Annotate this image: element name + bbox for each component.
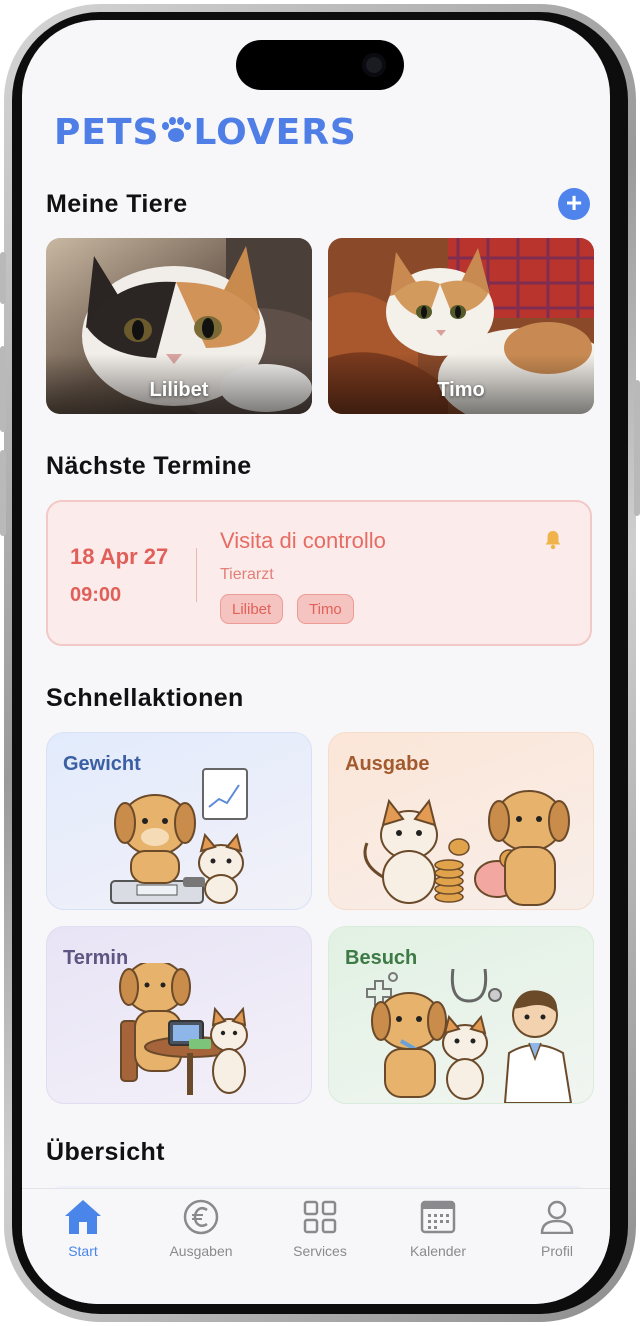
appointment-divider xyxy=(196,548,197,602)
pet-name: Lilibet xyxy=(149,379,209,401)
tab-start[interactable]: Start xyxy=(28,1197,138,1259)
tab-kalender[interactable]: Kalender xyxy=(383,1197,493,1259)
tab-label: Services xyxy=(293,1243,347,1259)
appointment-pet-tag: Lilibet xyxy=(220,594,284,624)
appointment-pet-tag: Timo xyxy=(297,594,354,624)
appointment-title: Visita di controllo xyxy=(220,528,386,553)
visit-illustration xyxy=(366,968,573,1103)
tab-ausgaben[interactable]: Ausgaben xyxy=(146,1197,256,1259)
paw-icon xyxy=(159,116,193,146)
tab-label: Profil xyxy=(541,1243,573,1259)
dynamic-island xyxy=(236,40,404,90)
tab-label: Kalender xyxy=(409,1243,467,1259)
appointment-category: Tierarzt xyxy=(220,566,274,583)
pet-card-lilibet[interactable]: Lilibet xyxy=(46,238,312,414)
app-logo: PETS LOVERS xyxy=(54,112,357,153)
expense-illustration xyxy=(363,790,570,906)
add-pet-button[interactable]: + xyxy=(558,188,590,220)
bell-icon[interactable] xyxy=(544,530,562,550)
quick-action-expense[interactable]: Ausgabe xyxy=(328,732,594,910)
pets-section-title: Meine Tiere xyxy=(46,190,188,218)
tab-services[interactable]: Services xyxy=(265,1197,375,1259)
euro-icon xyxy=(183,1199,219,1235)
pet-card-timo[interactable]: Timo xyxy=(328,238,594,414)
tab-profil[interactable]: Profil xyxy=(502,1197,610,1259)
appointment-date: 18 Apr 27 xyxy=(70,544,169,569)
volume-up-button xyxy=(0,346,6,432)
tab-bar: Start Ausgaben Services Kalender Profil xyxy=(22,1188,610,1304)
logo-text-left: PETS xyxy=(54,112,160,153)
grid-icon xyxy=(303,1200,337,1234)
quick-action-visit[interactable]: Besuch xyxy=(328,926,594,1104)
logo-text-right: LOVERS xyxy=(193,112,357,153)
home-icon xyxy=(65,1200,101,1234)
weight-illustration xyxy=(110,768,248,904)
appointments-section-title: Nächste Termine xyxy=(46,452,252,480)
pet-name: Timo xyxy=(437,379,485,401)
next-appointment-card[interactable]: 18 Apr 27 09:00 Visita di controllo Tier… xyxy=(46,500,592,646)
overview-section-title: Übersicht xyxy=(46,1138,165,1166)
volume-down-button xyxy=(0,450,6,536)
power-button xyxy=(634,380,640,516)
tab-label: Ausgaben xyxy=(169,1243,233,1259)
person-icon xyxy=(540,1200,574,1234)
quick-actions-section-title: Schnellaktionen xyxy=(46,684,244,712)
tab-label: Start xyxy=(68,1243,98,1259)
quick-action-appointment[interactable]: Termin xyxy=(46,926,312,1104)
camera-icon xyxy=(362,53,386,77)
quick-action-weight[interactable]: Gewicht xyxy=(46,732,312,910)
appointment-illustration xyxy=(119,963,248,1095)
app-screen: PETS LOVERS Meine Tiere + Lilibet Timo N… xyxy=(22,20,610,1304)
appointment-time: 09:00 xyxy=(70,584,122,606)
action-button xyxy=(0,252,6,304)
calendar-icon xyxy=(420,1200,456,1234)
